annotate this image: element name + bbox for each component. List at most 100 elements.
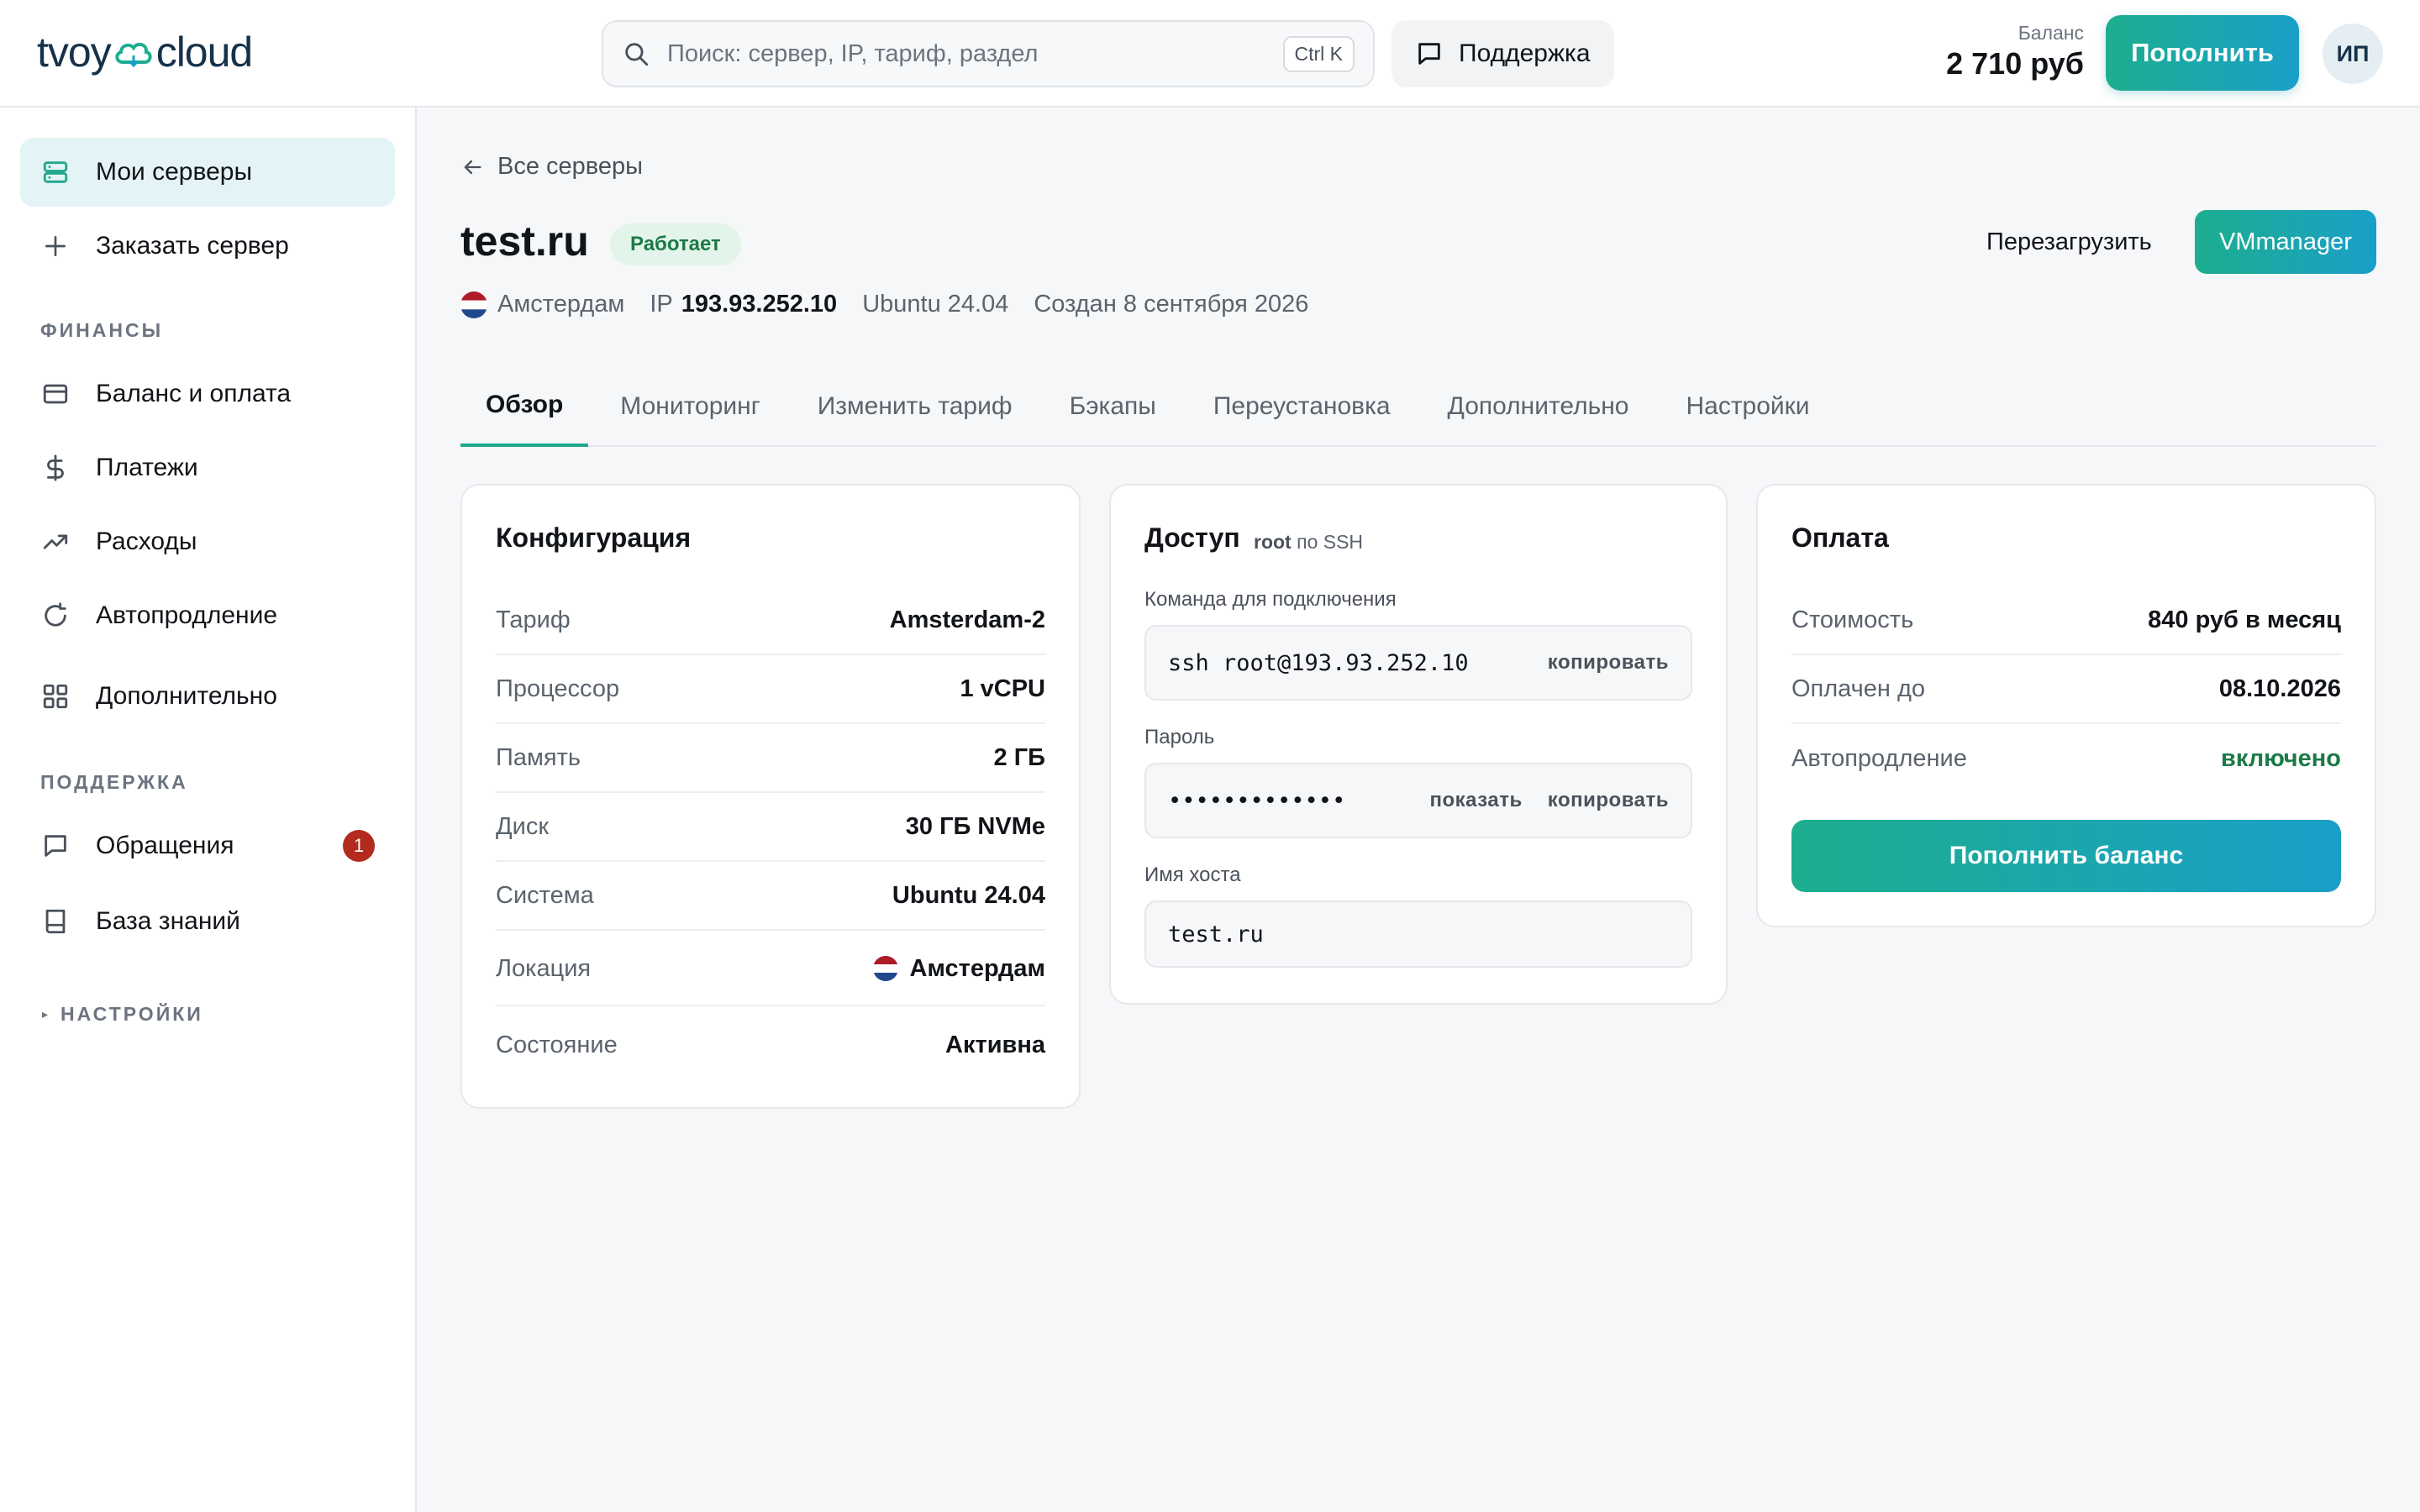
sidebar-item-label: Заказать сервер [96,232,289,260]
billing-key: Автопродление [1791,744,1967,772]
password-value: ••••••••••••• [1168,787,1346,814]
billing-row: Оплачен до 08.10.2026 [1791,655,2341,724]
copy-command-button[interactable]: копировать [1548,651,1669,675]
sidebar-item-balance[interactable]: Баланс и оплата [20,360,395,428]
billing-key: Стоимость [1791,606,1914,633]
config-row: Система Ubuntu 24.04 [496,862,1045,931]
vmmanager-button[interactable]: VMmanager [2195,210,2376,274]
logo-text-right: cloud [155,29,254,76]
meta-os: Ubuntu 24.04 [862,291,1009,318]
tab-settings[interactable]: Настройки [1660,366,1834,447]
support-button[interactable]: Поддержка [1392,20,1614,87]
tab-monitoring[interactable]: Мониторинг [595,366,785,447]
config-title: Конфигурация [496,522,692,553]
meta-ip-value[interactable]: 193.93.252.10 [681,291,837,318]
section-settings-label: НАСТРОЙКИ [60,1003,203,1025]
config-key: Локация [496,954,592,982]
billing-value: 840 руб в месяц [2148,606,2341,633]
access-card: Доступ root по SSH Команда для подключен… [1109,484,1728,1005]
support-label: Поддержка [1459,39,1591,67]
sidebar-item-expenses[interactable]: Расходы [20,507,395,576]
config-value: Активна [945,1031,1045,1058]
billing-row: Стоимость 840 руб в месяц [1791,586,2341,655]
sidebar-item-label: Обращения [96,832,234,859]
hostname-field: test.ru [1144,900,1692,968]
config-key: Тариф [496,606,571,633]
copy-password-button[interactable]: копировать [1548,789,1669,812]
config-location-text: Амстердам [909,954,1045,982]
config-key: Память [496,743,581,771]
config-row: Состояние Активна [496,1008,1045,1082]
section-finance: ФИНАНСЫ [40,319,164,341]
sidebar-item-my-servers[interactable]: Мои серверы [20,138,395,207]
config-value-location: Амстердам [872,954,1045,983]
config-row: Диск 30 ГБ NVMe [496,793,1045,862]
sidebar-item-label: Расходы [96,528,197,555]
config-value: 1 vCPU [960,675,1045,702]
reboot-button[interactable]: Перезагрузить [1970,210,2169,274]
tab-reinstall[interactable]: Переустановка [1188,366,1416,447]
tab-additional[interactable]: Дополнительно [1423,366,1655,447]
config-key: Состояние [496,1031,618,1058]
ssh-command-value[interactable]: ssh root@193.93.252.10 [1168,650,1523,676]
config-key: Процессор [496,675,620,702]
section-support: ПОДДЕРЖКА [40,771,188,793]
config-value: Amsterdam-2 [889,606,1045,633]
caret-right-icon: ▸ [42,1007,51,1021]
topup-button[interactable]: Пополнить [2106,15,2299,91]
access-hint-rest: по SSH [1297,531,1364,553]
config-key: Диск [496,812,550,840]
chat-icon [1418,43,1440,65]
meta-created: Создан 8 сентября 2026 [1034,291,1309,318]
netherlands-flag-icon [872,956,898,981]
show-password-button[interactable]: показать [1430,789,1523,812]
meta-ip-label: IP [650,291,673,318]
billing-title: Оплата [1791,522,1889,553]
config-value: 30 ГБ NVMe [905,812,1045,840]
hostname-label: Имя хоста [1144,864,1241,886]
tab-backups[interactable]: Бэкапы [1044,366,1181,447]
sidebar-item-payments[interactable]: Платежи [20,433,395,502]
top-header: tvoy cloud Поиск: сервер, IP, тариф, раз… [0,0,2420,108]
trend-icon [39,525,72,559]
sidebar-item-order-server[interactable]: Заказать сервер [20,212,395,281]
search-shortcut: Ctrl K [1282,35,1355,72]
tab-overview[interactable]: Обзор [460,366,589,447]
config-key: Система [496,881,594,909]
refresh-icon [39,599,72,633]
config-value: Ubuntu 24.04 [892,881,1045,909]
meta-location: Амстердам [497,291,625,318]
search-icon [625,43,649,66]
config-row: Процессор 1 vCPU [496,655,1045,724]
access-hint-user: root [1254,531,1292,553]
server-meta: Амстердам IP 193.93.252.10 Ubuntu 24.04 … [460,291,1308,318]
config-row: Память 2 ГБ [496,724,1045,793]
autorenew-status: включено [2221,744,2341,772]
section-settings-toggle[interactable]: ▸ НАСТРОЙКИ [42,1003,203,1026]
sidebar-item-knowledge-base[interactable]: База знаний [20,887,395,956]
topup-balance-button[interactable]: Пополнить баланс [1791,820,2341,892]
sidebar-item-label: Баланс и оплата [96,380,292,407]
sidebar-item-label: Платежи [96,454,198,481]
avatar[interactable]: ИП [2323,24,2383,84]
hostname-value[interactable]: test.ru [1168,921,1669,948]
sidebar-item-extra[interactable]: Дополнительно [20,662,395,731]
access-hint: root по SSH [1254,531,1363,554]
back-to-servers-link[interactable]: Все серверы [460,153,643,181]
status-badge: Работает [610,223,741,265]
logo[interactable]: tvoy cloud [37,25,254,79]
billing-value: 08.10.2026 [2218,675,2341,702]
config-card: Конфигурация Тариф Amsterdam-2 Процессор… [460,484,1081,1109]
grid-icon [39,680,72,713]
sidebar-item-tickets[interactable]: Обращения 1 [20,811,395,880]
access-title: Доступ [1144,522,1240,553]
global-search[interactable]: Поиск: сервер, IP, тариф, раздел Ctrl K [602,20,1375,87]
tickets-count-badge: 1 [343,830,375,862]
billing-row: Автопродление включено [1791,724,2341,793]
netherlands-flag-icon [460,291,487,318]
page-title: test.ru [460,218,589,265]
sidebar-item-autorenew[interactable]: Автопродление [20,581,395,650]
chat-icon [39,829,72,863]
sidebar: Мои серверы Заказать сервер ФИНАНСЫ Бала… [0,108,417,1512]
tab-change-plan[interactable]: Изменить тариф [792,366,1038,447]
